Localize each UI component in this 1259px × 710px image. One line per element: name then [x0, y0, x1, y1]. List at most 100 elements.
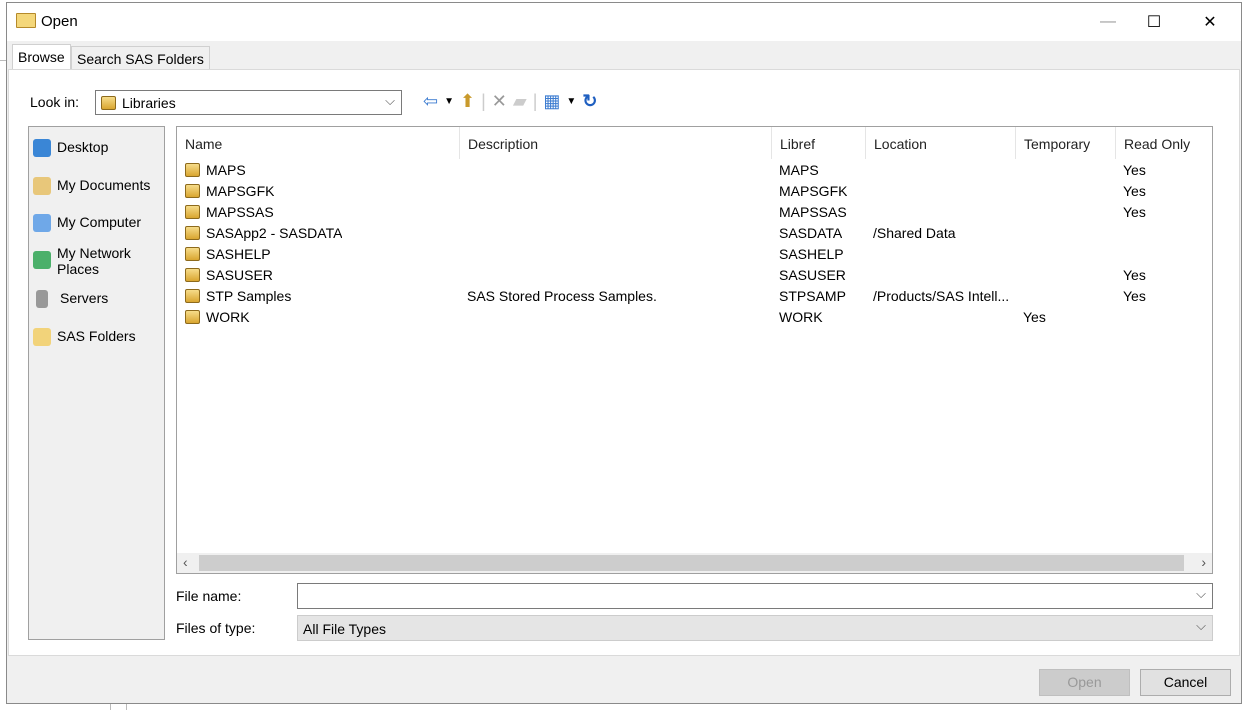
- library-icon: [185, 205, 200, 219]
- sidebar-item-sas-folders[interactable]: SAS Folders: [33, 328, 136, 346]
- cell-readonly: Yes: [1123, 288, 1146, 304]
- sidebar-item-my-network-places[interactable]: My Network Places: [33, 245, 143, 277]
- open-button[interactable]: Open: [1039, 669, 1130, 696]
- cell-libref: MAPS: [779, 162, 819, 178]
- library-list: Name Description Libref Location Tempora…: [176, 126, 1213, 574]
- library-icon: [185, 247, 200, 261]
- scroll-left-icon[interactable]: ‹: [183, 554, 188, 570]
- sidebar-item-label: My Documents: [57, 177, 151, 193]
- views-icon[interactable]: ▦: [543, 91, 560, 112]
- sidebar-item-desktop[interactable]: Desktop: [33, 139, 108, 157]
- cell-text: Yes: [1123, 162, 1146, 178]
- library-icon: [185, 163, 200, 177]
- cell-libref: SASUSER: [779, 267, 846, 283]
- sidebar-item-my-documents[interactable]: My Documents: [33, 177, 150, 195]
- table-row[interactable]: MAPSGFK MAPSGFK Yes: [177, 181, 1212, 202]
- cell-readonly: Yes: [1123, 183, 1146, 199]
- table-row[interactable]: SASApp2 - SASDATA SASDATA/Shared Data: [177, 223, 1212, 244]
- cell-text: WORK: [206, 309, 250, 325]
- sas-folder-icon: [33, 328, 51, 346]
- library-icon: [101, 96, 116, 110]
- library-icon: [185, 226, 200, 240]
- column-header-libref[interactable]: Libref: [772, 127, 866, 159]
- scrollbar-thumb[interactable]: [199, 555, 1184, 571]
- cell-name: SASApp2 - SASDATA: [185, 225, 342, 241]
- cell-text: SAS Stored Process Samples.: [467, 288, 657, 304]
- cell-libref: MAPSSAS: [779, 204, 847, 220]
- refresh-icon[interactable]: ↻: [582, 91, 597, 112]
- cell-text: STP Samples: [206, 288, 292, 304]
- cell-text: /Shared Data: [873, 225, 956, 241]
- file-type-label: Files of type:: [176, 620, 256, 636]
- cell-name: MAPS: [185, 162, 246, 178]
- cell-text: SASApp2 - SASDATA: [206, 225, 343, 241]
- table-row[interactable]: SASHELP SASHELP: [177, 244, 1212, 265]
- column-header-name[interactable]: Name: [177, 127, 460, 159]
- cell-temporary: Yes: [1023, 309, 1046, 325]
- file-type-value: All File Types: [303, 621, 386, 637]
- library-icon: [185, 310, 200, 324]
- delete-icon[interactable]: ✕: [492, 91, 507, 112]
- cell-text: SASUSER: [779, 267, 846, 283]
- sidebar-item-servers[interactable]: Servers: [33, 290, 108, 308]
- column-header-location[interactable]: Location: [866, 127, 1016, 159]
- cell-readonly: Yes: [1123, 162, 1146, 178]
- table-row[interactable]: STP Samples SAS Stored Process Samples. ST…: [177, 286, 1212, 307]
- open-dialog: Open — ☐ ✕ Browse Search SAS Folders Loo…: [6, 2, 1242, 704]
- cell-libref: MAPSGFK: [779, 183, 847, 199]
- table-row[interactable]: MAPS MAPS Yes: [177, 160, 1212, 181]
- cell-readonly: Yes: [1123, 267, 1146, 283]
- look-in-label: Look in:: [30, 94, 80, 110]
- cell-text: SASHELP: [779, 246, 844, 262]
- sidebar-item-label: Servers: [60, 290, 109, 306]
- cell-text: MAPSGFK: [206, 183, 275, 199]
- computer-icon: [33, 214, 51, 232]
- horizontal-scrollbar[interactable]: ‹ ›: [177, 553, 1212, 573]
- cell-description: SAS Stored Process Samples.: [467, 288, 657, 304]
- window-title: Open: [41, 13, 78, 30]
- column-header-temporary[interactable]: Temporary: [1016, 127, 1116, 159]
- cell-libref: WORK: [779, 309, 823, 325]
- table-row[interactable]: WORK WORK Yes: [177, 307, 1212, 328]
- file-type-dropdown[interactable]: All File Types ⌵: [297, 615, 1213, 641]
- cell-text: /Products/SAS Intell...: [873, 288, 1010, 304]
- table-row[interactable]: SASUSER SASUSER Yes: [177, 265, 1212, 286]
- back-icon[interactable]: ⇦: [423, 91, 438, 112]
- cell-text: Yes: [1023, 309, 1046, 325]
- minimize-button[interactable]: —: [1085, 3, 1131, 41]
- views-dropdown-icon[interactable]: ▼: [566, 96, 576, 107]
- column-header-description[interactable]: Description: [460, 127, 772, 159]
- library-icon: [185, 289, 200, 303]
- server-icon: [36, 290, 48, 308]
- cancel-button[interactable]: Cancel: [1140, 669, 1231, 696]
- up-folder-icon[interactable]: ⬆: [460, 91, 475, 112]
- look-in-dropdown[interactable]: Libraries ⌵: [95, 90, 402, 115]
- desktop-icon: [33, 139, 51, 157]
- table-row[interactable]: MAPSSAS MAPSSAS Yes: [177, 202, 1212, 223]
- library-icon: [185, 268, 200, 282]
- chevron-down-icon: ⌵: [385, 93, 395, 108]
- cell-libref: SASDATA: [779, 225, 842, 241]
- column-header-read-only[interactable]: Read Only: [1116, 127, 1213, 159]
- back-dropdown-icon[interactable]: ▼: [444, 96, 454, 107]
- cell-text: Yes: [1123, 267, 1146, 283]
- tab-browse[interactable]: Browse: [12, 44, 71, 70]
- tab-search-sas-folders[interactable]: Search SAS Folders: [71, 46, 210, 70]
- cell-text: MAPS: [206, 162, 246, 178]
- scroll-right-icon[interactable]: ›: [1201, 554, 1206, 570]
- cell-readonly: Yes: [1123, 204, 1146, 220]
- new-folder-icon[interactable]: ▰: [513, 91, 527, 112]
- close-button[interactable]: ✕: [1187, 3, 1233, 41]
- sidebar-item-my-computer[interactable]: My Computer: [33, 214, 141, 232]
- chevron-down-icon[interactable]: ⌵: [1196, 586, 1206, 602]
- look-in-value: Libraries: [122, 95, 176, 111]
- cell-name: SASUSER: [185, 267, 273, 283]
- cell-text: Yes: [1123, 183, 1146, 199]
- cell-location: /Shared Data: [873, 225, 1013, 241]
- cell-text: STPSAMP: [779, 288, 846, 304]
- maximize-button[interactable]: ☐: [1131, 3, 1177, 41]
- cell-text: SASHELP: [206, 246, 271, 262]
- cell-text: Yes: [1123, 204, 1146, 220]
- title-bar: Open — ☐ ✕: [7, 3, 1241, 41]
- file-name-input[interactable]: ⌵: [297, 583, 1213, 609]
